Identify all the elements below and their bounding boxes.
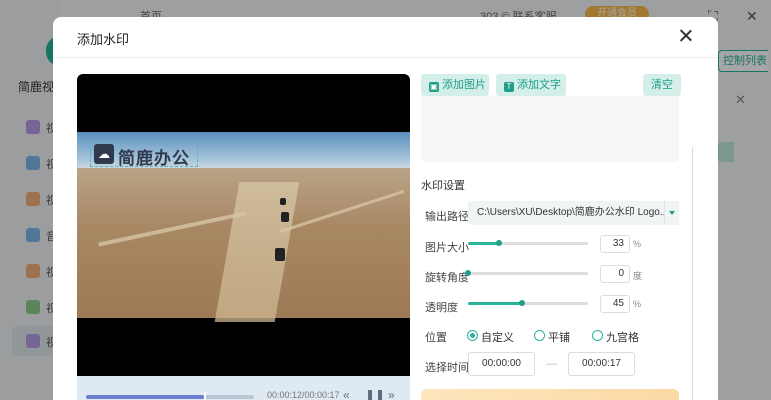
player-controls: 00:00:12/00:00:17 « ❚❚ » bbox=[77, 376, 410, 400]
position-label: 位置 bbox=[425, 332, 447, 344]
opacity-label: 透明度 bbox=[425, 302, 458, 314]
scrollbar[interactable] bbox=[692, 147, 693, 400]
rewind-icon[interactable]: « bbox=[343, 388, 350, 400]
add-text-label: 添加文字 bbox=[517, 79, 561, 91]
dialog-header: 添加水印 bbox=[53, 17, 718, 57]
opacity-input[interactable]: 45 bbox=[600, 295, 630, 313]
image-icon: ▣ bbox=[429, 82, 439, 92]
close-icon[interactable] bbox=[677, 27, 695, 45]
image-size-input[interactable]: 33 bbox=[600, 235, 630, 253]
section-title: 水印设置 bbox=[421, 180, 465, 192]
slider-fill bbox=[468, 242, 500, 245]
start-button[interactable] bbox=[421, 389, 679, 400]
watermark-logo-icon: ☁ bbox=[94, 144, 114, 164]
end-time-input[interactable]: 00:00:17 bbox=[568, 352, 635, 376]
vehicle bbox=[281, 212, 289, 222]
opacity-slider[interactable] bbox=[468, 300, 588, 306]
slider-handle[interactable] bbox=[465, 270, 471, 276]
text-icon: T bbox=[504, 82, 514, 92]
chevron-down-icon[interactable] bbox=[664, 201, 679, 225]
progress-handle[interactable] bbox=[203, 392, 206, 400]
vehicle bbox=[280, 198, 286, 205]
radio-custom-label[interactable]: 自定义 bbox=[481, 329, 514, 345]
pause-icon[interactable]: ❚❚ bbox=[365, 388, 385, 400]
radio-tile[interactable] bbox=[534, 330, 545, 341]
dialog-title: 添加水印 bbox=[77, 32, 130, 47]
rotation-label: 旋转角度 bbox=[425, 272, 469, 284]
playback-time: 00:00:12/00:00:17 bbox=[267, 390, 340, 400]
slider-handle[interactable] bbox=[496, 240, 503, 246]
video-frame: ☁ 简鹿办公 bbox=[77, 132, 410, 322]
add-text-button[interactable]: T 添加文字 bbox=[496, 74, 566, 96]
rotation-input[interactable]: 0 bbox=[600, 265, 630, 283]
image-size-unit: % bbox=[633, 239, 642, 249]
watermark-overlay[interactable]: ☁ 简鹿办公 bbox=[90, 141, 198, 169]
watermark-text: 简鹿办公 bbox=[118, 149, 190, 169]
rotation-slider[interactable] bbox=[465, 270, 588, 276]
add-image-label: 添加图片 bbox=[442, 79, 486, 91]
start-time-input[interactable]: 00:00:00 bbox=[468, 352, 535, 376]
forward-icon[interactable]: » bbox=[388, 388, 395, 400]
radio-tile-label[interactable]: 平铺 bbox=[548, 329, 570, 345]
progress-fill bbox=[86, 395, 204, 399]
video-preview[interactable]: ☁ 简鹿办公 bbox=[77, 74, 410, 376]
output-path-field[interactable]: C:\Users\XU\Desktop\简鹿办公水印 Logo... bbox=[468, 201, 668, 225]
image-size-slider[interactable] bbox=[468, 240, 588, 246]
add-watermark-dialog: 添加水印 ☁ 简鹿办公 00:00:12/00:00:17 « ❚❚ » ▣ 添… bbox=[53, 17, 718, 400]
watermark-list bbox=[421, 96, 679, 162]
header-divider bbox=[53, 57, 718, 58]
slider-fill bbox=[468, 302, 522, 305]
radio-custom[interactable] bbox=[467, 330, 478, 341]
image-size-label: 图片大小 bbox=[425, 242, 469, 254]
output-path-label: 输出路径 bbox=[425, 211, 469, 223]
rotation-unit: 度 bbox=[633, 271, 643, 281]
add-image-button[interactable]: ▣ 添加图片 bbox=[421, 74, 489, 96]
time-separator: — bbox=[546, 358, 557, 370]
time-label: 选择时间 bbox=[425, 362, 469, 374]
radio-grid-label[interactable]: 九宫格 bbox=[606, 329, 639, 345]
progress-bar[interactable] bbox=[86, 392, 254, 400]
opacity-unit: % bbox=[633, 299, 642, 309]
slider-handle[interactable] bbox=[519, 300, 525, 306]
clear-button[interactable]: 清空 bbox=[643, 74, 681, 96]
vehicle bbox=[275, 248, 285, 261]
radio-grid[interactable] bbox=[592, 330, 603, 341]
